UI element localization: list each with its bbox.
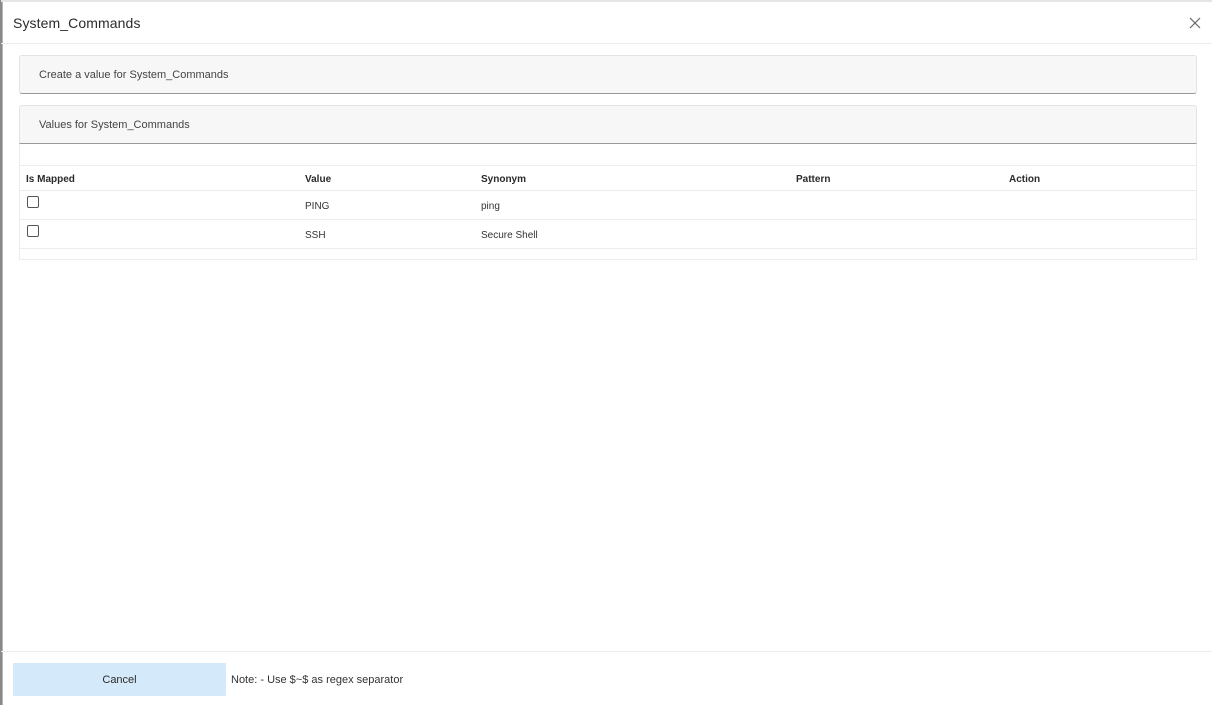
column-header-synonym: Synonym (481, 174, 527, 185)
table-row: PING ping (20, 191, 1196, 220)
cancel-button[interactable]: Cancel (13, 663, 226, 696)
column-header-value: Value (305, 174, 332, 185)
row-synonym: ping (481, 201, 500, 212)
left-edge-shadow (1, 0, 3, 705)
regex-separator-note: Note: - Use $~$ as regex separator (231, 674, 404, 686)
table-row: SSH Secure Shell (20, 220, 1196, 249)
table-header-row: Is Mapped Value Synonym Pattern Action (20, 166, 1196, 191)
close-button[interactable] (1185, 13, 1205, 33)
values-panel-header[interactable]: Values for System_Commands (19, 105, 1197, 144)
values-table: Is Mapped Value Synonym Pattern Action P… (19, 144, 1197, 260)
table-spacer-row (20, 144, 1196, 166)
row-value: SSH (305, 230, 326, 241)
modal-title: System_Commands (13, 15, 141, 31)
create-value-panel[interactable]: Create a value for System_Commands (19, 55, 1197, 94)
row-synonym: Secure Shell (481, 230, 538, 241)
column-header-is-mapped: Is Mapped (26, 174, 75, 185)
is-mapped-checkbox[interactable] (27, 196, 39, 208)
modal-dialog: System_Commands Create a value for Syste… (0, 0, 1212, 705)
column-header-action: Action (1009, 174, 1041, 185)
column-header-pattern: Pattern (796, 174, 831, 185)
row-value: PING (305, 201, 330, 212)
is-mapped-checkbox[interactable] (27, 225, 39, 237)
create-value-panel-label: Create a value for System_Commands (39, 69, 229, 81)
modal-header: System_Commands (1, 2, 1212, 44)
close-icon (1189, 17, 1201, 29)
modal-footer: Cancel Note: - Use $~$ as regex separato… (1, 651, 1212, 705)
values-panel-label: Values for System_Commands (39, 119, 190, 131)
